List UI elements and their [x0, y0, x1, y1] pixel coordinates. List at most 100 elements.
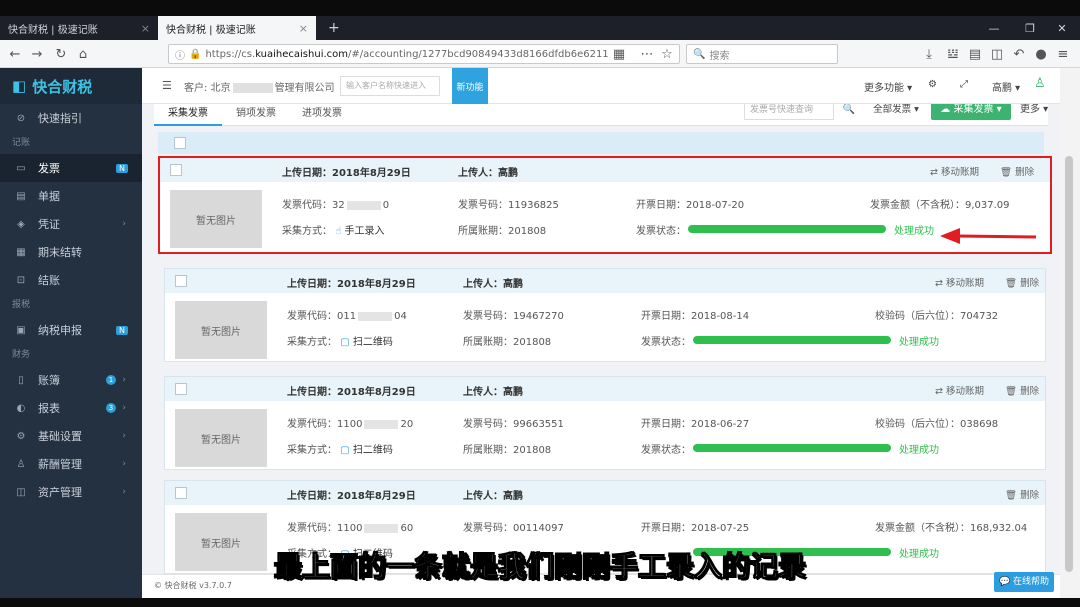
- new-feature-button[interactable]: 新功能: [452, 68, 488, 104]
- tab-collect-invoices[interactable]: 采集发票: [154, 104, 222, 126]
- reload-icon[interactable]: ↻: [52, 45, 70, 63]
- move-period-button[interactable]: ⇄ 移动账期: [930, 164, 979, 178]
- invoice-checkbox[interactable]: [175, 275, 187, 287]
- chat-icon[interactable]: ●: [1032, 45, 1050, 63]
- processed-success-link[interactable]: 处理成功: [899, 441, 939, 456]
- collect-method: 采集方式： ☝ 手工录入: [282, 226, 385, 237]
- invoice-card-header: 上传日期：2018年8月29日 上传人：高鹏 ⇄ 移动账期 🗑 删除: [165, 377, 1045, 401]
- qr-icon[interactable]: ▦: [610, 45, 628, 63]
- sidebar-item[interactable]: ▭ 发票 N: [0, 154, 142, 182]
- close-icon[interactable]: ×: [299, 22, 308, 35]
- invoice-card-highlighted[interactable]: 上传日期：2018年8月29日 上传人：高鹏 ⇄ 移动账期 🗑 删除 暂无图片 发票代码：…: [158, 156, 1052, 254]
- library-icon[interactable]: 𝍑: [944, 45, 962, 63]
- sidebar-item[interactable]: ◫ 资产管理 ›: [0, 478, 142, 506]
- invoice-checkbox[interactable]: [175, 487, 187, 499]
- search-icon[interactable]: 🔍: [838, 104, 860, 120]
- chevron-right-icon: ›: [122, 403, 126, 413]
- minimize-button[interactable]: —: [976, 16, 1012, 40]
- count-badge: 1: [106, 375, 116, 385]
- delete-button[interactable]: 🗑 删除: [1000, 164, 1034, 178]
- invoice-thumbnail[interactable]: 暂无图片: [175, 301, 267, 359]
- browser-tab-1-label: 快合财税 | 极速记账: [8, 24, 98, 36]
- delete-button[interactable]: 🗑 删除: [1005, 383, 1039, 397]
- delete-button[interactable]: 🗑 删除: [1005, 487, 1039, 501]
- move-period-button[interactable]: ⇄ 移动账期: [935, 275, 984, 289]
- invoice-card[interactable]: 上传日期：2018年8月29日 上传人：高鹏 ⇄ 移动账期 🗑 删除 暂无图片 发票代码：…: [164, 376, 1046, 470]
- sidebar-item-label: 单据: [38, 190, 60, 203]
- invoice-status-label: 发票状态：: [641, 445, 691, 456]
- sidebar-item[interactable]: ▣ 纳税申报 N: [0, 316, 142, 344]
- download-icon[interactable]: ⤓: [920, 45, 938, 63]
- invoice-code: 发票代码：011 04: [287, 311, 407, 322]
- sidebar-item[interactable]: ◐ 报表 3 ›: [0, 394, 142, 422]
- scrollbar-thumb[interactable]: [1065, 156, 1073, 572]
- processed-success-link[interactable]: 处理成功: [894, 222, 934, 237]
- share-icon[interactable]: ↶: [1010, 45, 1028, 63]
- uploader: 上传人：高鹏: [463, 279, 523, 290]
- window-close-button[interactable]: ✕: [1044, 16, 1080, 40]
- fullscreen-icon[interactable]: ⤢: [960, 79, 968, 90]
- count-badge: 3: [106, 403, 116, 413]
- uploader: 上传人：高鹏: [463, 491, 523, 502]
- customer-label: 客户: 北京 管理有限公司: [184, 83, 335, 94]
- delete-button[interactable]: 🗑 删除: [1005, 275, 1039, 289]
- new-tab-button[interactable]: +: [320, 16, 348, 40]
- sidebar-item[interactable]: ⊡ 结账: [0, 266, 142, 294]
- sidebar-toggle-icon[interactable]: ▤: [966, 45, 984, 63]
- avatar[interactable]: ♙: [1034, 76, 1046, 91]
- reader-icon[interactable]: ◫: [988, 45, 1006, 63]
- scrollbar[interactable]: [1060, 68, 1080, 598]
- page-actions-icon[interactable]: ⋯: [638, 45, 656, 63]
- more-button[interactable]: 更多 ▾: [1020, 104, 1050, 120]
- sidebar-item[interactable]: ◈ 凭证 ›: [0, 210, 142, 238]
- user-menu[interactable]: 高鹏 ▾: [992, 79, 1020, 94]
- collect-invoice-button[interactable]: ☁ 采集发票 ▾: [931, 104, 1011, 120]
- sidebar-item[interactable]: ⚙ 基础设置 ›: [0, 422, 142, 450]
- sidebar-item[interactable]: ▯ 账簿 1 ›: [0, 366, 142, 394]
- url-rest: /#/accounting/1277bcd90849433d8166dfdb6e…: [348, 48, 609, 60]
- report-icon: ◐: [16, 402, 26, 414]
- gear-icon[interactable]: ⚙: [928, 79, 937, 90]
- sidebar-item[interactable]: ⊘ 快速指引: [0, 104, 142, 132]
- invoice-checkbox[interactable]: [175, 383, 187, 395]
- back-icon[interactable]: ←: [6, 45, 24, 63]
- all-invoices-dropdown[interactable]: 全部发票 ▾: [868, 104, 924, 120]
- invoice-checkbox[interactable]: [170, 164, 182, 176]
- tab-purchase-invoices[interactable]: 进项发票: [288, 104, 356, 126]
- browser-search-field[interactable]: 🔍 搜索: [686, 44, 838, 64]
- collect-method: 采集方式： ▢ 扫二维码: [287, 445, 393, 456]
- forward-icon[interactable]: →: [28, 45, 46, 63]
- menu-toggle-icon[interactable]: ☰: [162, 79, 172, 92]
- select-all-checkbox[interactable]: [174, 137, 186, 149]
- move-period-button[interactable]: ⇄ 移动账期: [935, 383, 984, 397]
- sidebar-item[interactable]: ▦ 期末结转: [0, 238, 142, 266]
- tab-sales-invoices[interactable]: 销项发票: [222, 104, 290, 126]
- upload-date: 上传日期：2018年8月29日: [287, 387, 416, 398]
- menu-icon[interactable]: ≡: [1054, 45, 1072, 63]
- sidebar-item[interactable]: ♙ 薪酬管理 ›: [0, 450, 142, 478]
- invoice-thumbnail[interactable]: 暂无图片: [175, 409, 267, 467]
- processed-success-link[interactable]: 处理成功: [899, 333, 939, 348]
- customer-search-input[interactable]: 输入客户名称快速进入: [340, 76, 440, 96]
- sidebar-item-label: 期末结转: [38, 246, 82, 259]
- sidebar-item-label: 资产管理: [38, 486, 82, 499]
- home-icon[interactable]: ⌂: [74, 45, 92, 63]
- sidebar-group-label: 记账: [12, 138, 31, 148]
- browser-tab-1[interactable]: 快合财税 | 极速记账 ×: [0, 16, 158, 40]
- invoice-thumbnail[interactable]: 暂无图片: [170, 190, 262, 248]
- address-bar[interactable]: ⓘ 🔒 https://cs. kuaihecaishui.com /#/acc…: [168, 44, 680, 64]
- new-badge: N: [116, 325, 128, 335]
- invoice-card[interactable]: 上传日期：2018年8月29日 上传人：高鹏 ⇄ 移动账期 🗑 删除 暂无图片 发票代码：…: [164, 268, 1046, 362]
- bookmark-star-icon[interactable]: ☆: [658, 45, 676, 63]
- url-domain: kuaihecaishui.com: [255, 48, 349, 60]
- invoice-quick-search-input[interactable]: 发票号快速查询: [744, 104, 834, 120]
- invoice-extra-field: 发票金额（不含税）：9,037.09: [870, 200, 1010, 211]
- more-functions-menu[interactable]: 更多功能 ▾: [864, 79, 912, 94]
- close-icon[interactable]: ×: [141, 22, 150, 35]
- cloud-upload-icon: ☁: [940, 104, 951, 115]
- maximize-button[interactable]: ❐: [1012, 16, 1048, 40]
- info-icon: ⓘ: [175, 50, 185, 62]
- invoice-extra-field: 校验码（后六位）：038698: [875, 419, 999, 430]
- sidebar-item[interactable]: ▤ 单据: [0, 182, 142, 210]
- browser-tab-2[interactable]: 快合财税 | 极速记账 ×: [158, 16, 316, 40]
